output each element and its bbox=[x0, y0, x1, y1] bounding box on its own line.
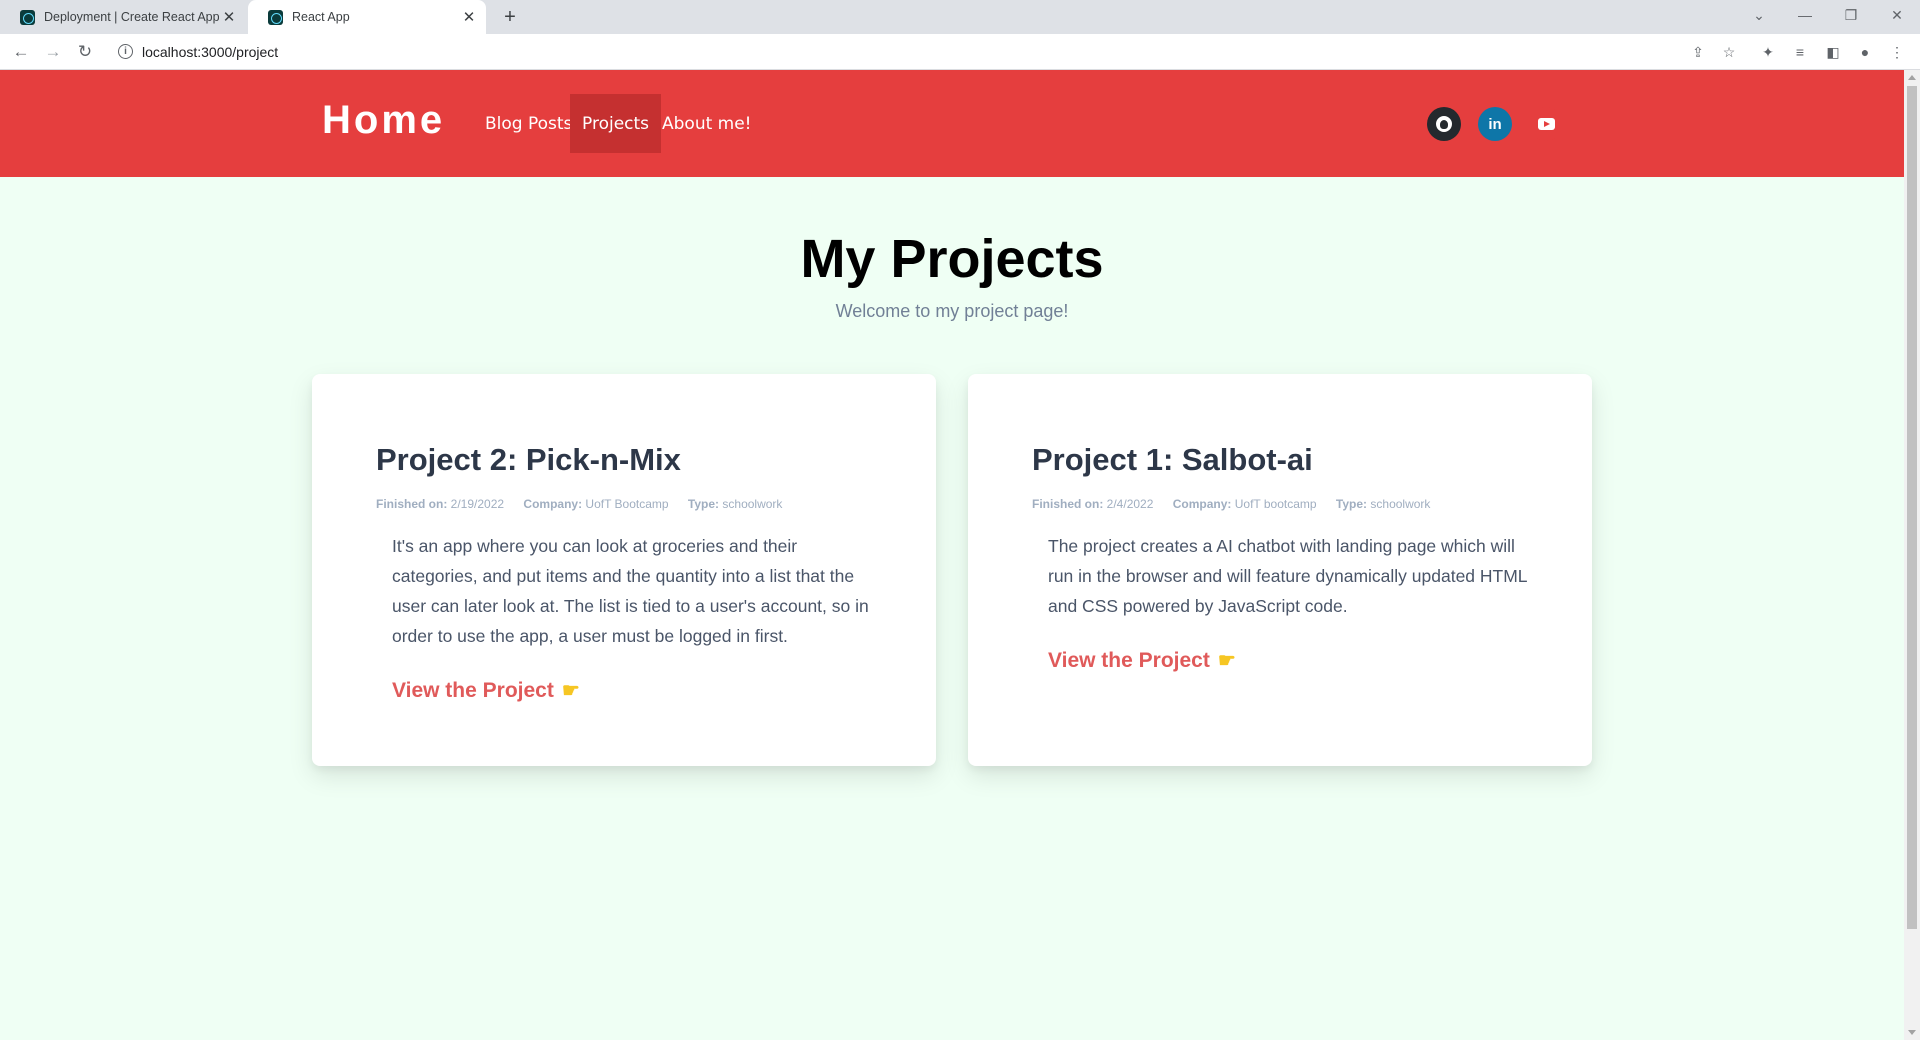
site-info-icon[interactable]: i bbox=[118, 44, 133, 59]
type-value: schoolwork bbox=[1370, 497, 1431, 511]
restore-icon[interactable]: ❐ bbox=[1828, 0, 1874, 30]
company-label: Company: bbox=[523, 497, 583, 511]
reload-icon[interactable]: ↻ bbox=[73, 40, 97, 64]
bookmark-star-icon[interactable]: ☆ bbox=[1719, 42, 1739, 62]
youtube-icon bbox=[1537, 118, 1555, 130]
finished-label: Finished on: bbox=[376, 497, 448, 511]
browser-menu-icon[interactable]: ⋮ bbox=[1887, 42, 1907, 62]
scroll-up-arrow-icon[interactable] bbox=[1908, 75, 1916, 80]
project-card: Project 2: Pick-n-Mix Finished on: 2/19/… bbox=[312, 374, 936, 766]
extensions-icon[interactable]: ✦ bbox=[1758, 42, 1778, 62]
nav-link-projects[interactable]: Projects bbox=[570, 94, 662, 153]
browser-tab-active[interactable]: React App ✕ bbox=[248, 0, 486, 34]
minimize-icon[interactable]: — bbox=[1782, 0, 1828, 30]
view-project-label: View the Project bbox=[1048, 648, 1210, 672]
linkedin-link[interactable]: in bbox=[1478, 107, 1512, 141]
company-value: UofT Bootcamp bbox=[585, 497, 669, 511]
home-brand-link[interactable]: Home bbox=[322, 98, 445, 143]
tab-title: React App bbox=[292, 10, 350, 24]
nav-link-about-me[interactable]: About me! bbox=[650, 94, 764, 153]
url-text[interactable]: localhost:3000/project bbox=[142, 44, 278, 60]
react-favicon-icon bbox=[268, 9, 283, 25]
project-card: Project 1: Salbot-ai Finished on: 2/4/20… bbox=[968, 374, 1592, 766]
type-label: Type: bbox=[687, 497, 720, 511]
scroll-down-arrow-icon[interactable] bbox=[1908, 1030, 1916, 1035]
browser-toolbar: ← → ↻ i localhost:3000/project ⇪ ☆ ✦ ≡ ◧… bbox=[0, 34, 1920, 70]
page-viewport: Home Blog Posts Projects About me! in My… bbox=[0, 70, 1904, 1040]
close-tab-icon[interactable]: ✕ bbox=[219, 7, 239, 27]
project-description: The project creates a AI chatbot with la… bbox=[1048, 536, 1527, 616]
project-title: Project 1: Salbot-ai bbox=[1032, 442, 1313, 477]
browser-tab[interactable]: Deployment | Create React App ✕ bbox=[0, 0, 246, 34]
forward-icon[interactable]: → bbox=[41, 40, 65, 64]
profile-avatar-icon[interactable]: ● bbox=[1855, 42, 1875, 62]
site-navbar: Home Blog Posts Projects About me! in bbox=[0, 70, 1904, 177]
tab-title: Deployment | Create React App bbox=[44, 10, 219, 24]
project-meta: Finished on: 2/4/2022 Company: UofT boot… bbox=[1032, 497, 1446, 511]
tab-search-icon[interactable]: ⌄ bbox=[1736, 0, 1782, 30]
new-tab-icon[interactable]: + bbox=[499, 6, 521, 28]
browser-tab-strip: Deployment | Create React App ✕ React Ap… bbox=[0, 0, 1920, 34]
finished-date: 2/19/2022 bbox=[450, 497, 505, 511]
project-title: Project 2: Pick-n-Mix bbox=[376, 442, 681, 477]
react-favicon-icon bbox=[20, 9, 35, 25]
page-scrollbar[interactable] bbox=[1904, 70, 1920, 1040]
nav-link-blog-posts[interactable]: Blog Posts bbox=[473, 94, 584, 153]
page-subtitle: Welcome to my project page! bbox=[835, 301, 1069, 321]
project-meta: Finished on: 2/19/2022 Company: UofT Boo… bbox=[376, 497, 798, 511]
reading-list-icon[interactable]: ≡ bbox=[1790, 42, 1810, 62]
company-label: Company: bbox=[1172, 497, 1232, 511]
github-icon bbox=[1436, 116, 1452, 132]
page-title: My Projects bbox=[800, 229, 1104, 289]
close-window-icon[interactable]: ✕ bbox=[1874, 0, 1920, 30]
side-panel-icon[interactable]: ◧ bbox=[1823, 42, 1843, 62]
close-tab-icon[interactable]: ✕ bbox=[459, 7, 479, 27]
finished-date: 2/4/2022 bbox=[1106, 497, 1154, 511]
view-project-link[interactable]: View the Project ☛ bbox=[392, 678, 580, 703]
linkedin-icon: in bbox=[1488, 115, 1502, 133]
view-project-link[interactable]: View the Project ☛ bbox=[1048, 648, 1236, 673]
back-icon[interactable]: ← bbox=[9, 40, 33, 64]
share-icon[interactable]: ⇪ bbox=[1688, 42, 1708, 62]
scrollbar-thumb[interactable] bbox=[1907, 86, 1917, 929]
pointing-hand-icon: ☛ bbox=[561, 680, 580, 702]
youtube-link[interactable] bbox=[1529, 107, 1563, 141]
finished-label: Finished on: bbox=[1032, 497, 1104, 511]
pointing-hand-icon: ☛ bbox=[1217, 650, 1236, 672]
type-value: schoolwork bbox=[722, 497, 783, 511]
address-bar[interactable]: i localhost:3000/project bbox=[110, 38, 1750, 66]
github-link[interactable] bbox=[1427, 107, 1461, 141]
view-project-label: View the Project bbox=[392, 678, 554, 702]
project-description: It's an app where you can look at grocer… bbox=[392, 536, 869, 646]
type-label: Type: bbox=[1335, 497, 1368, 511]
company-value: UofT bootcamp bbox=[1234, 497, 1317, 511]
